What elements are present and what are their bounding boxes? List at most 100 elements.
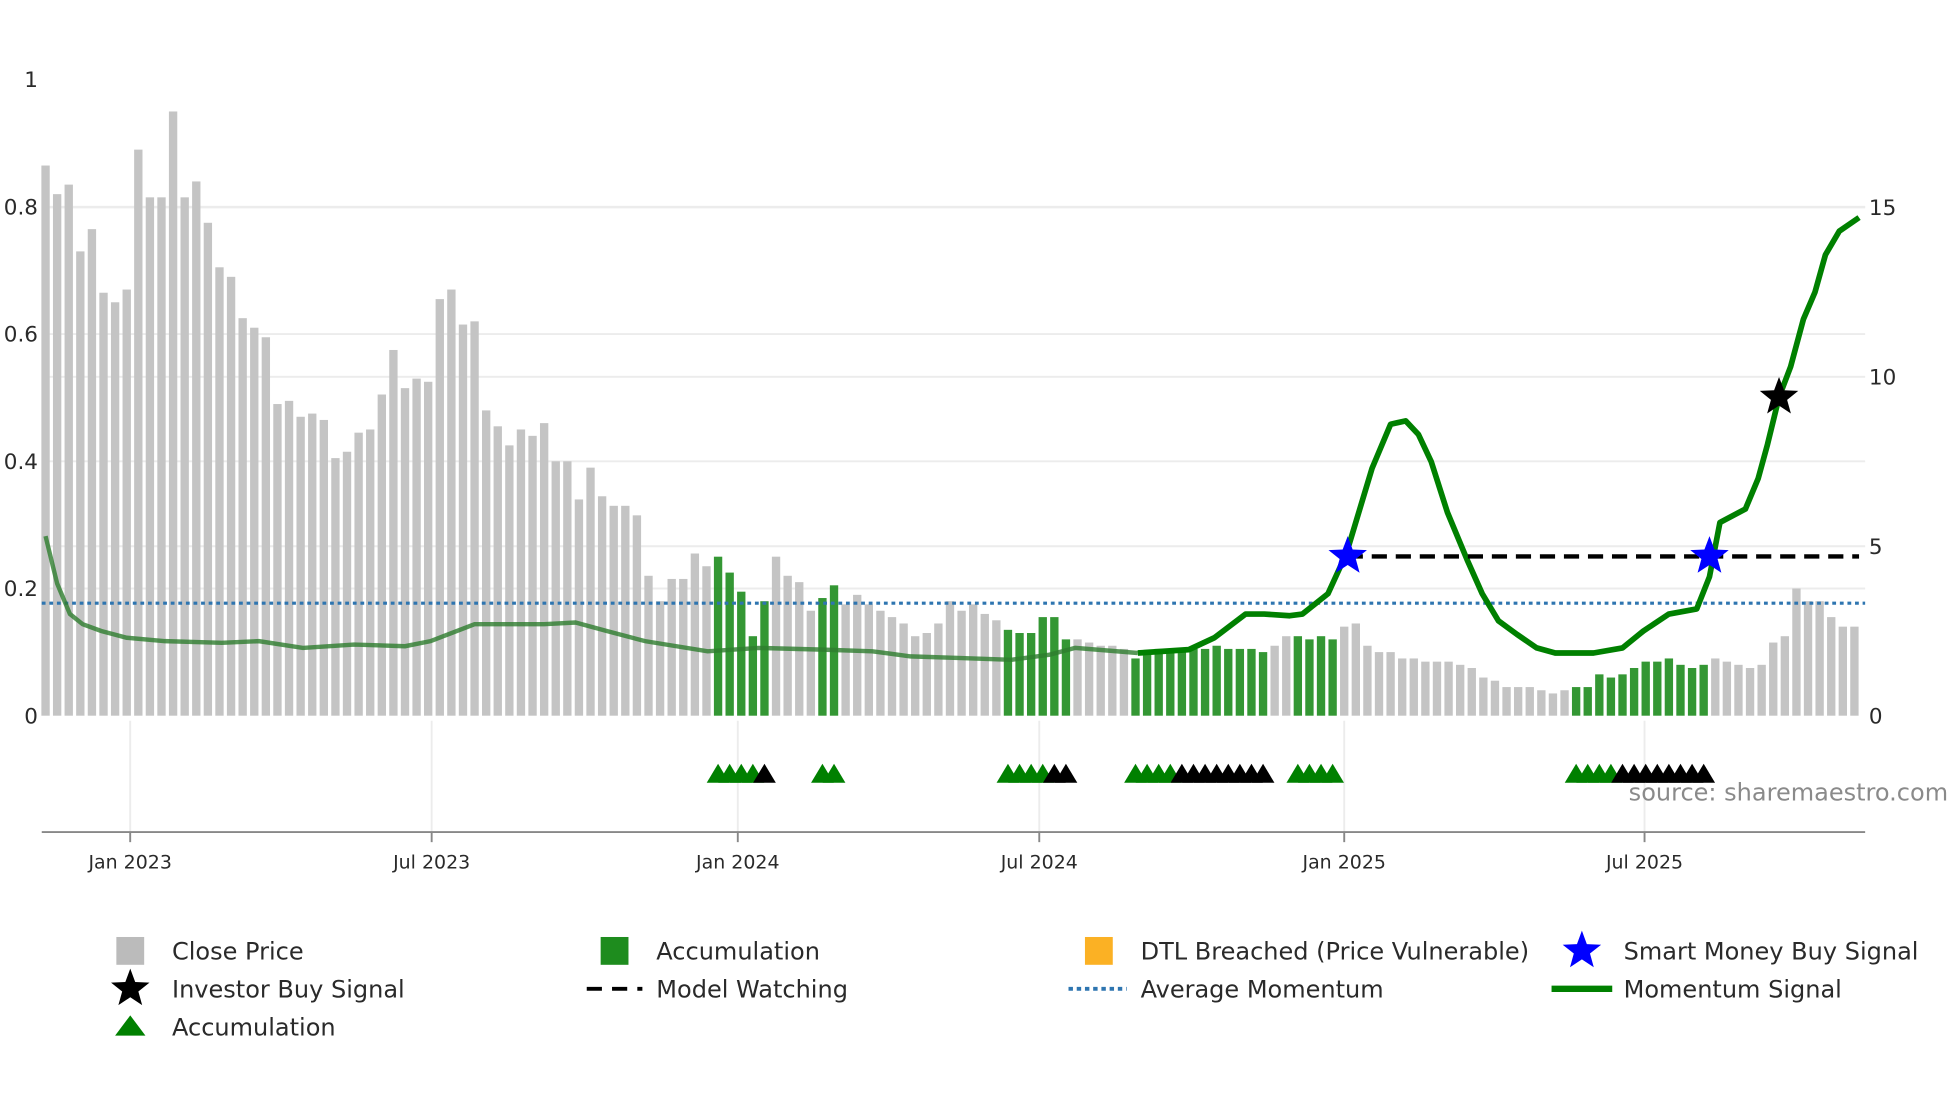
close-price-bar xyxy=(597,496,607,716)
close-price-bar xyxy=(493,426,502,716)
close-price-bar xyxy=(1722,661,1732,716)
legend-item-green-triangle: Accumulation xyxy=(115,1014,336,1042)
right-axis-tick-label: 10 xyxy=(1869,365,1896,390)
momentum-chart: 00.20.40.60.81051015Jan 2023 Jul 2023 Jan … xyxy=(4,68,1948,1042)
right-axis-tick-label: 15 xyxy=(1869,196,1896,221)
left-axis-tick-label: 0.6 xyxy=(4,323,38,348)
close-price-bar xyxy=(110,302,120,716)
close-price-bar xyxy=(319,419,329,716)
close-price-bar xyxy=(458,324,468,716)
close-price-bar xyxy=(911,636,920,716)
accumulation-bar xyxy=(713,556,723,716)
accumulation-bar xyxy=(1038,617,1047,716)
close-price-bar xyxy=(1282,636,1291,716)
close-price-bar xyxy=(934,623,943,716)
accumulation-bar xyxy=(1571,687,1581,716)
close-price-bar xyxy=(1096,645,1105,716)
x-axis-tick-label: Jan 2024 xyxy=(695,852,779,874)
legend-label: Accumulation xyxy=(656,938,820,966)
close-price-bar xyxy=(412,378,421,716)
x-axis-tick-label: Jul 2023 xyxy=(392,852,470,874)
close-price-bar xyxy=(1084,642,1094,716)
accumulation-bar xyxy=(1687,667,1697,716)
close-price-bar xyxy=(771,556,781,716)
close-price-bar xyxy=(1340,626,1349,716)
accumulation-bar xyxy=(1664,658,1674,716)
close-price-bar xyxy=(1560,690,1569,716)
close-price-bar xyxy=(1548,693,1558,716)
close-price-bar xyxy=(1525,687,1534,716)
close-price-bar xyxy=(876,610,885,716)
close-price-bar xyxy=(1792,588,1801,716)
close-price-bar xyxy=(1351,623,1360,716)
close-price-bar xyxy=(980,613,989,716)
right-axis-tick-label: 5 xyxy=(1869,535,1883,560)
close-price-bar xyxy=(435,299,444,716)
close-price-bar xyxy=(76,251,85,716)
left-axis-tick-label: 0.2 xyxy=(4,577,38,602)
accumulation-bar xyxy=(1166,648,1175,716)
close-price-bar xyxy=(284,400,294,716)
close-price-bar xyxy=(400,388,410,716)
close-price-bar xyxy=(122,289,131,716)
accumulation-bar xyxy=(1606,677,1616,716)
close-price-bar xyxy=(1467,667,1476,716)
accumulation-bar xyxy=(1212,645,1221,716)
right-axis-tick-label: 0 xyxy=(1869,704,1883,729)
green-triangle-icon xyxy=(115,1015,146,1036)
close-price-bar xyxy=(1513,687,1523,716)
close-price-bar xyxy=(1479,677,1488,716)
close-price-bar xyxy=(134,149,143,716)
accumulation-bar xyxy=(1235,648,1245,716)
accumulation-bar xyxy=(1699,664,1708,716)
close-price-bar xyxy=(470,321,479,716)
accumulation-bar xyxy=(1305,639,1314,716)
close-price-bar xyxy=(226,276,236,716)
close-price-bar xyxy=(41,165,50,716)
close-price-bar xyxy=(1745,667,1755,716)
close-price-bar xyxy=(864,604,873,716)
close-price-bar xyxy=(180,197,189,716)
accumulation-markers xyxy=(706,763,1716,783)
close-price-bar xyxy=(516,429,526,716)
close-price-bar xyxy=(1502,687,1511,716)
accumulation-bar xyxy=(1224,648,1233,716)
accumulation-bar xyxy=(1131,658,1140,716)
accumulation-bar xyxy=(760,601,769,716)
close-price-bar xyxy=(308,413,317,716)
left-axis-tick-label: 1 xyxy=(24,68,38,93)
legend-label: Average Momentum xyxy=(1141,976,1384,1004)
close-price-bar xyxy=(1073,639,1082,716)
orange-square-icon xyxy=(1084,936,1113,965)
close-price-bars xyxy=(41,111,1859,716)
close-price-bar xyxy=(1711,658,1720,716)
accumulation-bar xyxy=(1641,661,1650,716)
source-label: source: sharemaestro.com xyxy=(1629,778,1948,806)
close-price-bar xyxy=(215,267,224,716)
left-axis-tick-label: 0.8 xyxy=(4,195,38,220)
legend-item-gray-square: Close Price xyxy=(116,936,304,966)
accumulation-bar xyxy=(737,591,746,716)
accumulation-bar xyxy=(1293,636,1303,716)
close-price-bar xyxy=(1386,652,1395,716)
close-price-bar xyxy=(261,337,271,716)
close-price-bar xyxy=(551,461,560,716)
accumulation-bar xyxy=(1142,652,1152,716)
close-price-bar xyxy=(1374,652,1384,716)
close-price-bar xyxy=(505,445,514,716)
close-price-bar xyxy=(99,292,108,716)
close-price-bar xyxy=(1757,664,1766,716)
left-axis-tick-label: 0 xyxy=(24,704,38,729)
close-price-bar xyxy=(1537,690,1546,716)
accumulation-bar xyxy=(818,598,827,716)
accumulation-bar xyxy=(1258,652,1268,716)
close-price-bar xyxy=(574,499,584,716)
close-price-bar xyxy=(168,111,178,716)
close-price-bar xyxy=(192,181,201,716)
legend-item-black-star: Investor Buy Signal xyxy=(111,968,405,1006)
accumulation-bar xyxy=(1026,633,1036,716)
close-price-bar xyxy=(1456,664,1465,716)
close-price-bar xyxy=(1409,658,1418,716)
legend-item-blue-star: Smart Money Buy Signal xyxy=(1562,930,1918,968)
close-price-bar xyxy=(690,553,700,716)
